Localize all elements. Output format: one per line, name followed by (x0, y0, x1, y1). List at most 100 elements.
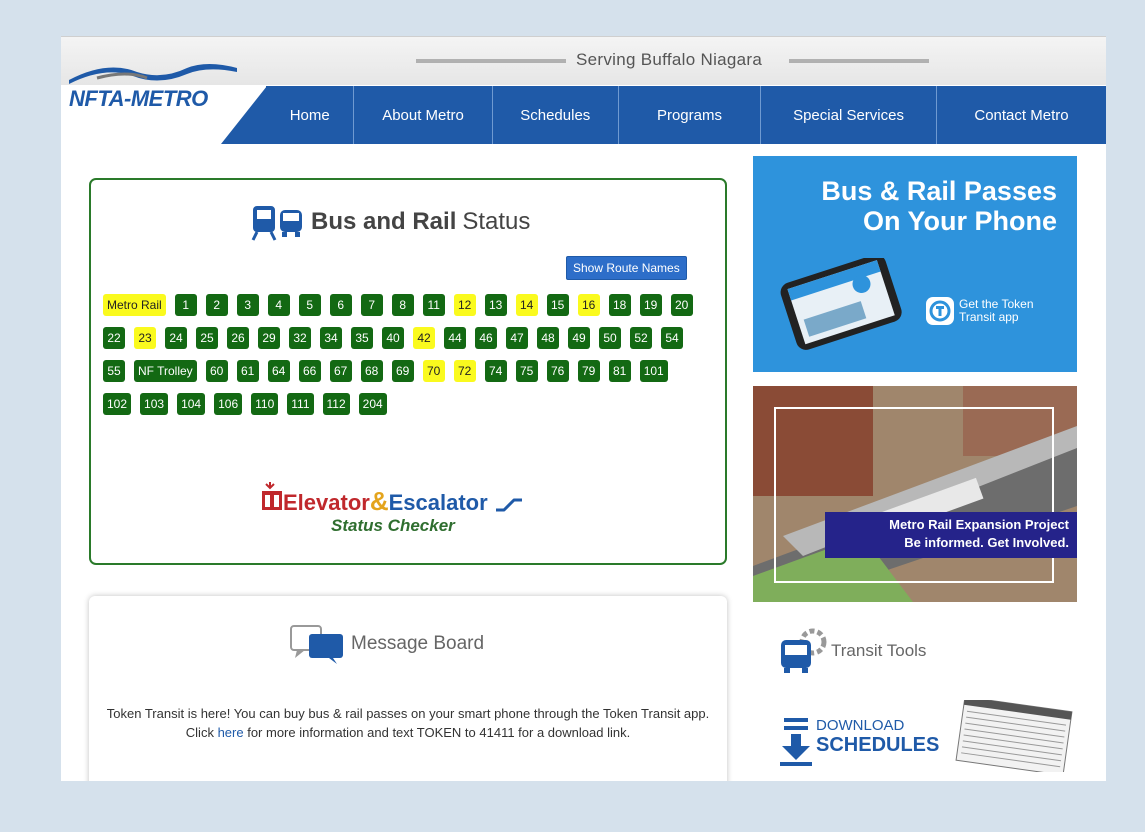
route-button[interactable]: 35 (351, 327, 373, 349)
phone-ad-line1: Bus & Rail Passes (821, 176, 1057, 206)
route-button[interactable]: 48 (537, 327, 559, 349)
route-button[interactable]: 24 (165, 327, 187, 349)
speech-bubbles-icon (290, 625, 343, 664)
tagline-swoosh-right (789, 59, 929, 63)
escalator-icon (495, 498, 522, 512)
elevator-escalator-title: Elevator&Escalator (283, 486, 524, 517)
download-line1: DOWNLOAD (816, 717, 905, 734)
nav-contact-metro[interactable]: Contact Metro (937, 86, 1106, 144)
route-button[interactable]: 67 (329, 360, 352, 382)
download-icon (780, 718, 812, 766)
route-button[interactable]: 13 (484, 294, 507, 316)
route-button[interactable]: 47 (506, 327, 528, 349)
route-button[interactable]: 20 (670, 294, 693, 316)
route-button[interactable]: 14 (515, 294, 538, 316)
download-schedules-link[interactable]: DOWNLOAD SCHEDULES (776, 696, 1076, 776)
route-button[interactable]: 42 (413, 327, 435, 349)
nfta-metro-logo[interactable]: NFTA-METRO (67, 58, 242, 118)
route-button[interactable]: 4 (267, 294, 290, 316)
rail-ad-line2: Be informed. Get Involved. (904, 535, 1069, 550)
message-board-title-text: Message Board (351, 633, 485, 654)
route-button[interactable]: 25 (196, 327, 218, 349)
nav-special-services[interactable]: Special Services (761, 86, 937, 144)
route-button[interactable]: 50 (599, 327, 621, 349)
escalator-word: Escalator (388, 490, 488, 515)
route-button[interactable]: 44 (444, 327, 466, 349)
route-button[interactable]: 104 (177, 393, 206, 415)
rail-expansion-illustration-icon (753, 386, 1077, 602)
route-button[interactable]: 5 (298, 294, 321, 316)
elevator-icon (262, 482, 282, 510)
ampersand: & (369, 486, 389, 516)
nav-programs[interactable]: Programs (619, 86, 762, 144)
route-button[interactable]: 70 (422, 360, 445, 382)
route-button[interactable]: 54 (661, 327, 683, 349)
page: Serving Buffalo Niagara NFTA-METRO Home … (61, 36, 1106, 781)
elevator-escalator-status-checker[interactable]: Elevator&Escalator Status Checker (261, 478, 561, 548)
route-button[interactable]: 46 (475, 327, 497, 349)
route-button[interactable]: 11 (422, 294, 445, 316)
route-button[interactable]: 19 (639, 294, 662, 316)
route-button[interactable]: 3 (236, 294, 259, 316)
route-button[interactable]: 2 (205, 294, 228, 316)
transit-tools-heading[interactable]: Transit Tools (779, 628, 926, 674)
metro-rail-expansion-ad[interactable]: Metro Rail Expansion Project Be informed… (753, 386, 1077, 602)
route-button[interactable]: 111 (287, 393, 314, 415)
status-title-bold: Bus and Rail (311, 208, 457, 235)
route-button[interactable]: 75 (515, 360, 538, 382)
route-button[interactable]: 49 (568, 327, 590, 349)
route-button[interactable]: 69 (391, 360, 414, 382)
tagline: Serving Buffalo Niagara (576, 50, 763, 69)
route-button[interactable]: NF Trolley (134, 360, 197, 382)
route-button[interactable]: 34 (320, 327, 342, 349)
route-button[interactable]: 15 (546, 294, 569, 316)
route-button[interactable]: 110 (251, 393, 279, 415)
route-button[interactable]: 102 (103, 393, 132, 415)
nav-about-metro[interactable]: About Metro (354, 86, 493, 144)
route-button[interactable]: 74 (484, 360, 507, 382)
route-button[interactable]: 23 (134, 327, 156, 349)
route-button[interactable]: 7 (360, 294, 383, 316)
route-button[interactable]: 12 (453, 294, 476, 316)
route-button[interactable]: 106 (214, 393, 243, 415)
status-checker-label: Status Checker (331, 516, 455, 535)
route-button[interactable]: 103 (140, 393, 169, 415)
route-button[interactable]: 52 (630, 327, 652, 349)
route-button[interactable]: 61 (236, 360, 259, 382)
route-button[interactable]: 81 (608, 360, 631, 382)
route-button[interactable]: 66 (298, 360, 321, 382)
route-button[interactable]: 72 (453, 360, 476, 382)
show-route-names-button[interactable]: Show Route Names (566, 256, 687, 280)
status-title: Bus and Rail Status (251, 202, 530, 242)
route-button[interactable]: 55 (103, 360, 125, 382)
route-button[interactable]: 26 (227, 327, 249, 349)
route-button[interactable]: 79 (577, 360, 600, 382)
route-button[interactable]: 64 (267, 360, 290, 382)
message-here-link[interactable]: here (218, 725, 244, 740)
route-button[interactable]: 76 (546, 360, 569, 382)
route-button[interactable]: 18 (608, 294, 631, 316)
phone-ad-cta-text: Get the Token Transit app (959, 297, 1034, 324)
route-button[interactable]: 68 (360, 360, 383, 382)
token-transit-ad[interactable]: Bus & Rail Passes On Your Phone Get the … (753, 156, 1077, 372)
train-bus-icon (251, 206, 302, 241)
route-button[interactable]: 6 (329, 294, 352, 316)
route-button[interactable]: 1 (174, 294, 197, 316)
status-title-rest: Status (462, 208, 531, 235)
route-button[interactable]: 60 (205, 360, 228, 382)
nav-home[interactable]: Home (266, 86, 355, 144)
route-button[interactable]: 204 (358, 393, 387, 415)
route-button[interactable]: 8 (391, 294, 414, 316)
route-button[interactable]: 22 (103, 327, 125, 349)
bus-rail-status-card: Bus and Rail Status Show Route Names Met… (89, 178, 727, 565)
logo-swoosh-icon (69, 64, 237, 84)
route-button[interactable]: 29 (258, 327, 280, 349)
route-list: Metro Rail 1 2 3 4 5 6 7 8 11 12 13 14 15 16 18 19 20 22 23… (103, 294, 703, 426)
route-button[interactable]: 16 (577, 294, 600, 316)
route-button[interactable]: Metro Rail (103, 294, 166, 316)
route-button[interactable]: 112 (322, 393, 350, 415)
route-button[interactable]: 101 (639, 360, 668, 382)
route-button[interactable]: 40 (382, 327, 404, 349)
route-button[interactable]: 32 (289, 327, 311, 349)
nav-schedules[interactable]: Schedules (493, 86, 619, 144)
